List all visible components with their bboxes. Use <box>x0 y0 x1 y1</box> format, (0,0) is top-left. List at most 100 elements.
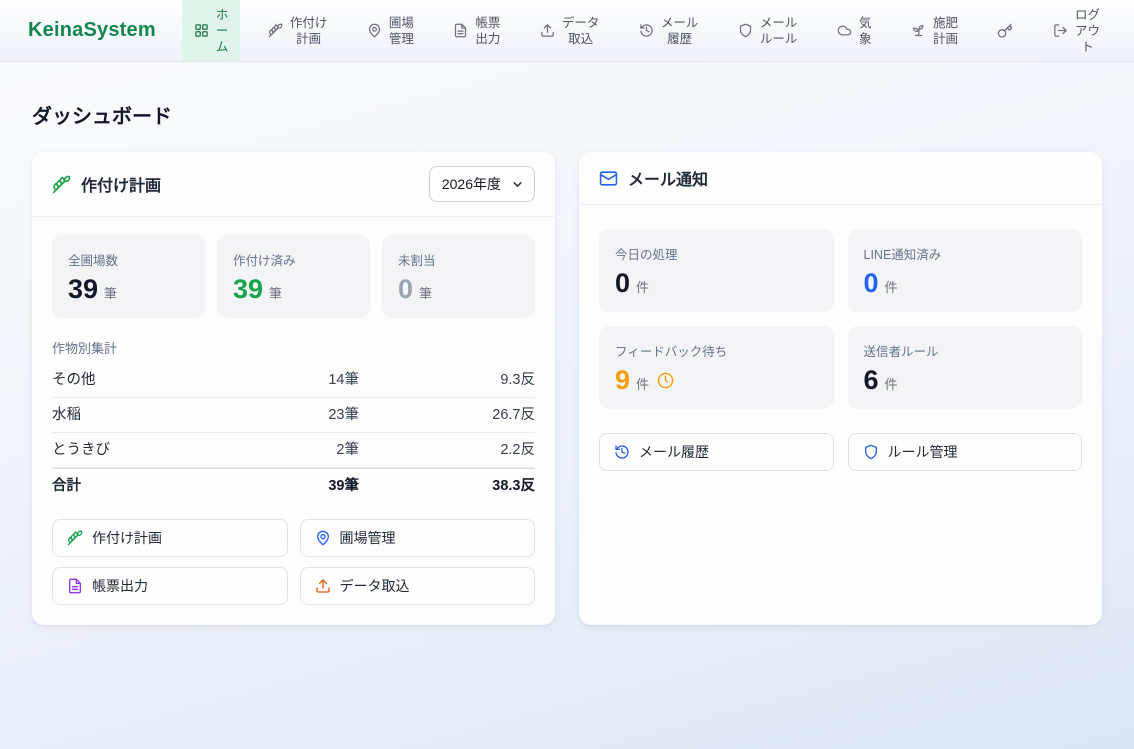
nav-item-weather[interactable]: 気 象 <box>825 0 884 61</box>
button-label: 圃場管理 <box>340 528 396 548</box>
nav-label: メール ルール <box>760 15 798 47</box>
document-icon <box>67 578 83 594</box>
stat-unit: 件 <box>885 277 898 296</box>
key-icon <box>997 23 1013 39</box>
year-select[interactable]: 2026年度 <box>429 166 535 202</box>
stat-unit: 件 <box>636 277 649 296</box>
stat-unassigned: 未割当 0筆 <box>382 235 535 318</box>
nav-label: 圃場 管理 <box>389 15 414 47</box>
stat-value: 39 <box>68 274 98 304</box>
mail-card-title-text: メール通知 <box>628 166 708 190</box>
stat-value: 6 <box>864 365 879 395</box>
nav-item-reports[interactable]: 帳票 出力 <box>441 0 512 61</box>
table-row: 水稲 23筆 26.7反 <box>52 398 535 433</box>
cloud-icon <box>837 23 852 38</box>
page-title: ダッシュボード <box>32 102 1102 132</box>
crop-summary-caption: 作物別集計 <box>52 338 535 357</box>
mail-notification-card: メール通知 今日の処理 0件 LINE通知済み 0件 フィードバック待ち <box>579 152 1102 625</box>
table-row: その他 14筆 9.3反 <box>52 363 535 398</box>
nav-item-home[interactable]: ホ ー ム <box>182 0 241 61</box>
mail-card-body: 今日の処理 0件 LINE通知済み 0件 フィードバック待ち 9件 <box>579 205 1102 491</box>
nav-label: メール 履歴 <box>661 15 699 47</box>
stat-label: 作付け済み <box>233 250 354 269</box>
planting-card-body: 全圃場数 39筆 作付け済み 39筆 未割当 0筆 作物別集計 その <box>32 217 555 625</box>
table-row: とうきび 2筆 2.2反 <box>52 433 535 468</box>
shield-icon <box>738 23 753 38</box>
nav-item-logout[interactable]: ログ アウ ト <box>1041 0 1112 61</box>
button-label: データ取込 <box>340 576 410 596</box>
crop-name: その他 <box>52 369 229 391</box>
button-label: 帳票出力 <box>92 576 148 596</box>
planting-card-header: 作付け計画 2026年度 <box>32 152 555 217</box>
stat-total-fields: 全圃場数 39 筆 <box>52 235 205 318</box>
nav-item-mail-history[interactable]: メール 履歴 <box>627 0 711 61</box>
mail-card-title: メール通知 <box>599 166 708 190</box>
stat-sender-rules: 送信者ルール 6件 <box>848 326 1083 409</box>
nav-label: 作付け 計画 <box>290 15 328 47</box>
field-management-button[interactable]: 圃場管理 <box>300 519 536 557</box>
stat-unit: 件 <box>885 374 898 393</box>
wheat-icon <box>268 23 283 38</box>
stat-today-processed: 今日の処理 0件 <box>599 229 834 312</box>
planting-card-title: 作付け計画 <box>52 172 161 196</box>
stat-label: 全圃場数 <box>68 250 189 269</box>
crop-name: 合計 <box>52 475 229 497</box>
sprout-icon <box>911 23 926 38</box>
nav-label: 帳票 出力 <box>475 15 500 47</box>
planting-plan-button[interactable]: 作付け計画 <box>52 519 288 557</box>
crop-area: 2.2反 <box>359 439 535 461</box>
crop-area: 9.3反 <box>359 369 535 391</box>
stat-planted: 作付け済み 39筆 <box>217 235 370 318</box>
clock-icon <box>657 372 674 389</box>
crop-summary-table: その他 14筆 9.3反 水稲 23筆 26.7反 とうきび 2筆 2.2反 <box>52 363 535 503</box>
app-logo: KeinaSystem <box>0 0 182 61</box>
button-label: 作付け計画 <box>92 528 162 548</box>
nav-label: 施肥 計画 <box>933 15 958 47</box>
nav-label: 気 象 <box>859 15 872 47</box>
planting-card-title-text: 作付け計画 <box>81 172 161 196</box>
nav-label: ホ ー ム <box>216 7 229 55</box>
crop-count: 23筆 <box>229 404 359 426</box>
nav-label: データ 取込 <box>562 15 600 47</box>
wheat-icon <box>52 175 71 194</box>
crop-name: とうきび <box>52 439 229 461</box>
logout-icon <box>1053 23 1068 38</box>
nav-item-fertilizer[interactable]: 施肥 計画 <box>899 0 970 61</box>
mail-card-header: メール通知 <box>579 152 1102 205</box>
wheat-icon <box>67 530 83 546</box>
shield-icon <box>863 444 879 460</box>
stat-label: 送信者ルール <box>864 341 1067 360</box>
button-label: メール履歴 <box>639 442 709 462</box>
nav-item-mail-rules[interactable]: メール ルール <box>726 0 810 61</box>
map-pin-icon <box>367 23 382 38</box>
mail-icon <box>599 169 618 188</box>
stat-value: 9 <box>615 365 630 395</box>
stat-unit: 件 <box>636 374 649 393</box>
crop-area: 38.3反 <box>359 475 535 497</box>
rule-management-button[interactable]: ルール管理 <box>848 433 1083 471</box>
nav-item-planting[interactable]: 作付け 計画 <box>256 0 340 61</box>
stat-line-notified: LINE通知済み 0件 <box>848 229 1083 312</box>
stat-feedback-pending: フィードバック待ち 9件 <box>599 326 834 409</box>
crop-count: 39筆 <box>229 475 359 497</box>
stat-unit: 筆 <box>104 283 117 302</box>
stat-unit: 筆 <box>419 283 432 302</box>
data-import-button[interactable]: データ取込 <box>300 567 536 605</box>
stat-value: 0 <box>615 268 630 298</box>
nav-label: ログ アウ ト <box>1075 7 1100 55</box>
stat-value: 0 <box>864 268 879 298</box>
crop-count: 2筆 <box>229 439 359 461</box>
stat-label: 今日の処理 <box>615 244 818 263</box>
upload-icon <box>540 23 555 38</box>
nav-item-fields[interactable]: 圃場 管理 <box>355 0 426 61</box>
crop-count: 14筆 <box>229 369 359 391</box>
history-icon <box>639 23 654 38</box>
stat-value: 0 <box>398 274 413 304</box>
chevron-down-icon <box>511 178 524 191</box>
report-output-button[interactable]: 帳票出力 <box>52 567 288 605</box>
nav-item-import[interactable]: データ 取込 <box>528 0 612 61</box>
main-nav: ホ ー ム 作付け 計画 圃場 管理 帳票 出力 データ 取込 <box>182 0 1134 61</box>
dashboard-main: ダッシュボード 作付け計画 2026年度 <box>0 62 1134 625</box>
mail-history-button[interactable]: メール履歴 <box>599 433 834 471</box>
nav-item-password[interactable] <box>985 0 1025 61</box>
